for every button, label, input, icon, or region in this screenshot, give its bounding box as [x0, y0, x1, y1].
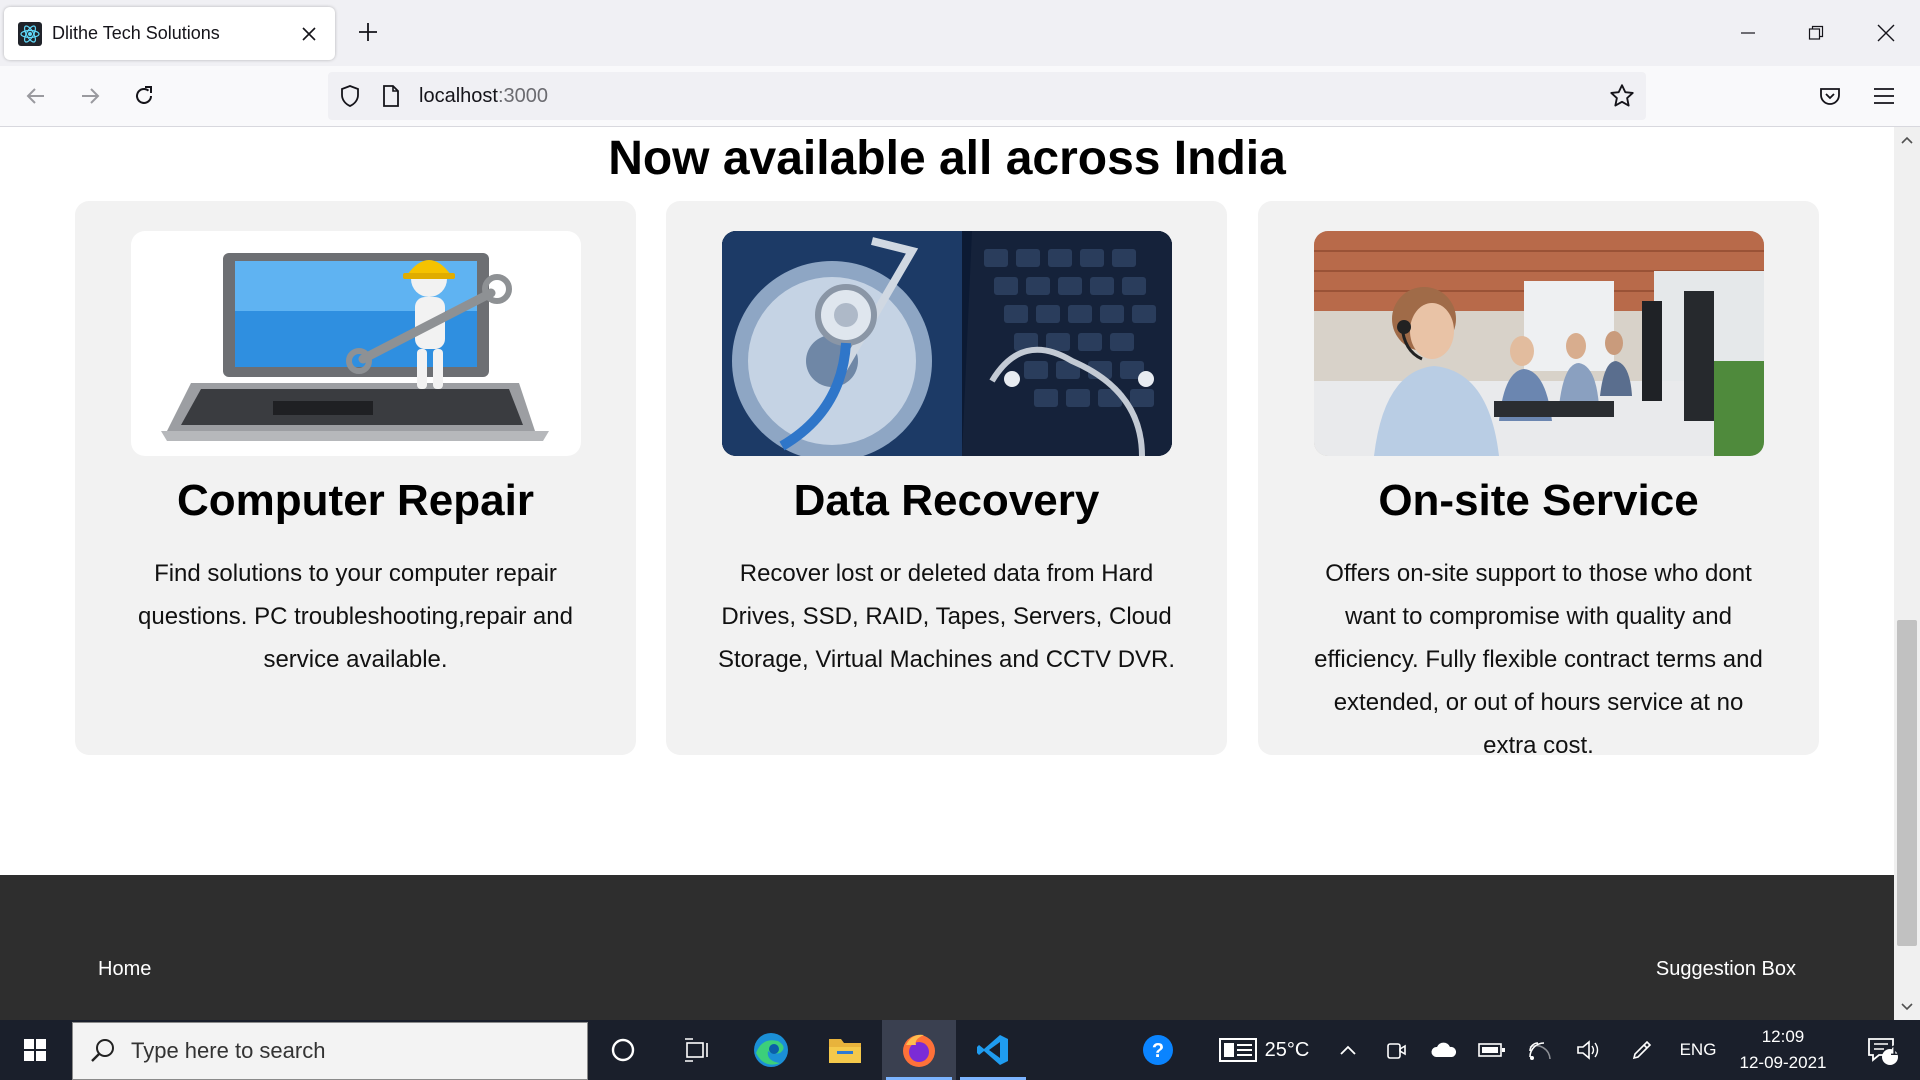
meet-now-icon[interactable] — [1378, 1020, 1414, 1080]
data-recovery-image — [722, 231, 1172, 456]
service-card-on-site-service: On-site Service Offers on-site support t… — [1258, 201, 1819, 759]
windows-start-icon[interactable] — [0, 1020, 70, 1080]
computer-repair-image — [131, 231, 581, 456]
onedrive-icon[interactable] — [1426, 1020, 1462, 1080]
temperature-text: 25°C — [1264, 1038, 1310, 1061]
news-weather-icon — [1218, 1038, 1257, 1062]
windows-taskbar: Type here to search ? 25°C ENG 12:09 12-… — [0, 1020, 1920, 1080]
page-scrollbar[interactable] — [1894, 127, 1920, 1020]
card-description: Offers on-site support to those who dont… — [1314, 560, 1763, 759]
new-tab-icon[interactable] — [348, 12, 388, 52]
url-port: :3000 — [497, 85, 548, 107]
close-tab-icon[interactable] — [287, 12, 331, 56]
forward-icon[interactable] — [68, 74, 112, 118]
restore-icon[interactable] — [1782, 0, 1850, 66]
footer-home-link[interactable]: Home — [98, 958, 151, 981]
cortana-icon[interactable] — [586, 1020, 660, 1080]
firefox-icon[interactable] — [882, 1020, 956, 1080]
url-bar[interactable]: localhost:3000 — [328, 72, 1646, 120]
card-title: Computer Repair — [177, 476, 534, 525]
language-indicator[interactable]: ENG — [1674, 1020, 1722, 1080]
service-card-computer-repair: Computer Repair Find solutions to your c… — [75, 201, 636, 755]
clock-time: 12:09 — [1761, 1027, 1805, 1046]
url-text[interactable]: localhost:3000 — [419, 84, 548, 108]
page-heading: Now available all across India — [608, 132, 1286, 185]
scrollbar-thumb[interactable] — [1897, 620, 1917, 946]
service-card-data-recovery: Data Recovery Recover lost or deleted da… — [666, 201, 1227, 755]
system-clock[interactable]: 12:09 12-09-2021 — [1728, 1024, 1838, 1076]
file-explorer-icon[interactable] — [808, 1020, 882, 1080]
help-icon[interactable]: ? — [1136, 1020, 1180, 1080]
taskbar-search-box[interactable]: Type here to search — [72, 1022, 588, 1080]
card-title: On-site Service — [1378, 476, 1699, 525]
pocket-icon[interactable] — [1808, 74, 1852, 118]
close-window-icon[interactable] — [1852, 0, 1920, 66]
edge-browser-icon[interactable] — [734, 1020, 808, 1080]
clock-date: 12-09-2021 — [1739, 1053, 1827, 1072]
reload-icon[interactable] — [122, 74, 166, 118]
bookmark-star-icon[interactable] — [1608, 82, 1636, 110]
pen-icon[interactable] — [1624, 1020, 1660, 1080]
weather-widget[interactable]: 25°C — [1210, 1020, 1318, 1080]
scroll-up-icon[interactable] — [1894, 127, 1920, 153]
browser-titlebar: Dlithe Tech Solutions — [0, 0, 1920, 66]
battery-icon[interactable] — [1474, 1020, 1510, 1080]
back-icon[interactable] — [14, 74, 58, 118]
react-favicon-icon — [18, 21, 42, 46]
page-info-icon[interactable] — [380, 84, 402, 108]
notification-count: 1 — [1890, 1042, 1898, 1058]
card-title: Data Recovery — [793, 476, 1100, 525]
tab-title: Dlithe Tech Solutions — [52, 23, 220, 43]
notification-center-icon[interactable]: 1 — [1852, 1020, 1912, 1080]
card-description: Find solutions to your computer repair q… — [138, 560, 573, 673]
browser-navbar: localhost:3000 — [0, 66, 1920, 127]
url-host: localhost — [419, 85, 498, 107]
scroll-down-icon[interactable] — [1894, 994, 1920, 1020]
tracking-shield-icon[interactable] — [338, 84, 362, 108]
browser-tab[interactable]: Dlithe Tech Solutions — [4, 7, 335, 60]
site-footer: Home Suggestion Box — [0, 875, 1894, 1020]
volume-icon[interactable] — [1570, 1020, 1606, 1080]
search-placeholder: Type here to search — [131, 1038, 326, 1063]
task-view-icon[interactable] — [660, 1020, 734, 1080]
search-icon — [91, 1039, 114, 1062]
menu-icon[interactable] — [1862, 74, 1906, 118]
footer-suggestion-box-link[interactable]: Suggestion Box — [1656, 958, 1796, 981]
on-site-service-image — [1314, 231, 1764, 456]
svg-text:?: ? — [1152, 1040, 1164, 1062]
card-description: Recover lost or deleted data from Hard D… — [717, 560, 1176, 673]
show-hidden-icons-icon[interactable] — [1330, 1020, 1366, 1080]
vscode-icon[interactable] — [956, 1020, 1030, 1080]
page-content: Now available all across India Computer … — [0, 127, 1894, 1020]
minimize-icon[interactable] — [1714, 0, 1782, 66]
wifi-icon[interactable] — [1522, 1020, 1558, 1080]
